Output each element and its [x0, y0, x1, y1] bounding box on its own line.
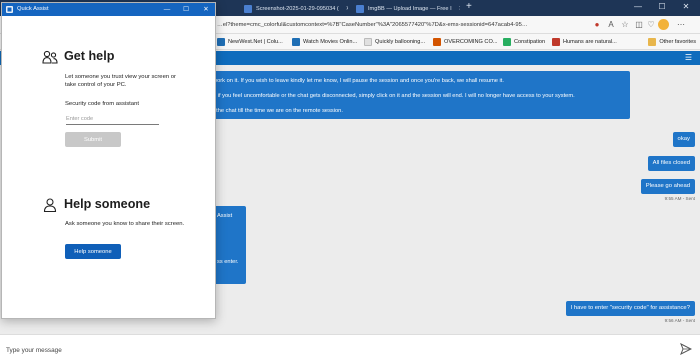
address-bar[interactable]: …el?theme=cmc_colorful&customcontext=%7B…	[217, 19, 577, 31]
favorite-favicon-icon	[364, 38, 372, 46]
favorite-label: NewWest.Net | Colu...	[228, 39, 283, 45]
help-someone-description: Ask someone you know to share their scre…	[65, 221, 185, 227]
qa-maximize-button[interactable]: ☐	[177, 3, 195, 16]
qa-minimize-button[interactable]: —	[158, 3, 176, 16]
favorite-label: Quickly ballooning...	[375, 39, 426, 45]
help-someone-heading: Help someone	[64, 197, 151, 211]
favorite-item[interactable]: NewWest.Net | Colu...	[217, 37, 283, 47]
favorite-label: Watch Movies Onlin...	[303, 39, 358, 45]
get-help-heading: Get help	[64, 49, 115, 63]
quick-assist-app-icon	[6, 6, 13, 13]
send-icon[interactable]	[680, 343, 692, 355]
agent-message-line: t, if you feel uncomfortable or the chat…	[213, 93, 575, 99]
user-message: okay	[672, 132, 695, 147]
more-options-icon[interactable]: ⋯	[676, 20, 686, 30]
tab-title: Screenshot-2025-01-29-095034 (	[256, 5, 339, 12]
message-timestamp: 9:55 AM - Sent	[664, 196, 695, 201]
profile-avatar[interactable]	[658, 19, 669, 30]
favorite-favicon-icon	[433, 38, 441, 46]
favorite-item[interactable]: OVERCOMING CO...	[433, 37, 497, 47]
browser-tab-screenshot[interactable]: Screenshot-2025-01-29-095034 ( ✕	[244, 2, 348, 15]
favorite-favicon-icon	[292, 38, 300, 46]
get-help-description: Let someone you trust view your screen o…	[65, 74, 176, 88]
agent-message: work on it. If you wish to leave kindly …	[200, 71, 630, 119]
favorite-item[interactable]: Constipation	[503, 37, 545, 47]
new-tab-button[interactable]: +	[466, 1, 472, 12]
browser-minimize-button[interactable]: —	[628, 0, 648, 14]
window-title: Quick Assist	[17, 6, 49, 12]
agent-message-line: ss enter.	[217, 259, 239, 265]
browser-maximize-button[interactable]: ☐	[652, 0, 672, 14]
security-code-input[interactable]	[66, 114, 159, 125]
message-composer	[0, 334, 700, 364]
user-message: I have to enter "security code" for assi…	[565, 301, 695, 316]
favorite-label: OVERCOMING CO...	[444, 39, 498, 45]
favorites-star-icon[interactable]: ☆	[620, 20, 630, 30]
menu-icon[interactable]: ☰	[685, 53, 692, 62]
agent-message-line: work on it. If you wish to leave kindly …	[213, 78, 504, 84]
read-aloud-icon[interactable]: A	[606, 20, 616, 30]
favorite-favicon-icon	[217, 38, 225, 46]
browser-tab-imgbb[interactable]: ImgBB — Upload Image — Free I ✕	[356, 2, 460, 15]
agent-message-line: Assist	[217, 213, 233, 219]
quick-assist-titlebar[interactable]: Quick Assist — ☐ ✕	[2, 3, 215, 16]
other-favorites-folder[interactable]: Other favorites	[648, 37, 696, 47]
message-timestamp: 9:56 AM - Sent	[664, 318, 695, 323]
favorite-label: Constipation	[514, 39, 546, 45]
message-input[interactable]	[6, 344, 646, 356]
security-code-label: Security code from assistant	[65, 101, 139, 107]
favorite-item[interactable]: Watch Movies Onlin...	[292, 37, 357, 47]
favorite-favicon-icon	[552, 38, 560, 46]
user-message: Please go ahead	[640, 179, 695, 194]
favorite-item[interactable]: Quickly ballooning...	[364, 37, 425, 47]
split-screen-icon[interactable]: ◫	[634, 20, 644, 30]
tab-favicon-icon	[244, 4, 252, 13]
people-icon	[42, 50, 58, 64]
favorite-label: Other favorites	[659, 39, 696, 45]
folder-icon	[648, 38, 657, 46]
tab-close-icon[interactable]: ✕	[346, 5, 348, 12]
browser-close-button[interactable]: ✕	[676, 0, 696, 14]
extension-icon[interactable]: ●	[592, 20, 602, 30]
help-someone-button[interactable]: Help someone	[65, 244, 121, 259]
tab-close-icon[interactable]: ✕	[459, 5, 460, 12]
tab-favicon-icon	[356, 4, 364, 13]
favorite-label: Humans are natural...	[563, 39, 617, 45]
favorite-item[interactable]: Humans are natural...	[552, 37, 617, 47]
quick-assist-window: Quick Assist — ☐ ✕ Get help Let someone …	[1, 2, 216, 319]
favorite-favicon-icon	[503, 38, 511, 46]
agent-message-line: t the chat till the time we are on the r…	[213, 108, 343, 114]
submit-button[interactable]: Submit	[65, 132, 121, 147]
tab-title: ImgBB — Upload Image — Free I	[368, 5, 452, 12]
qa-close-button[interactable]: ✕	[197, 3, 215, 16]
user-message: All files closed	[647, 156, 695, 171]
person-support-icon	[43, 198, 57, 213]
collections-icon[interactable]: ♡	[646, 20, 656, 30]
